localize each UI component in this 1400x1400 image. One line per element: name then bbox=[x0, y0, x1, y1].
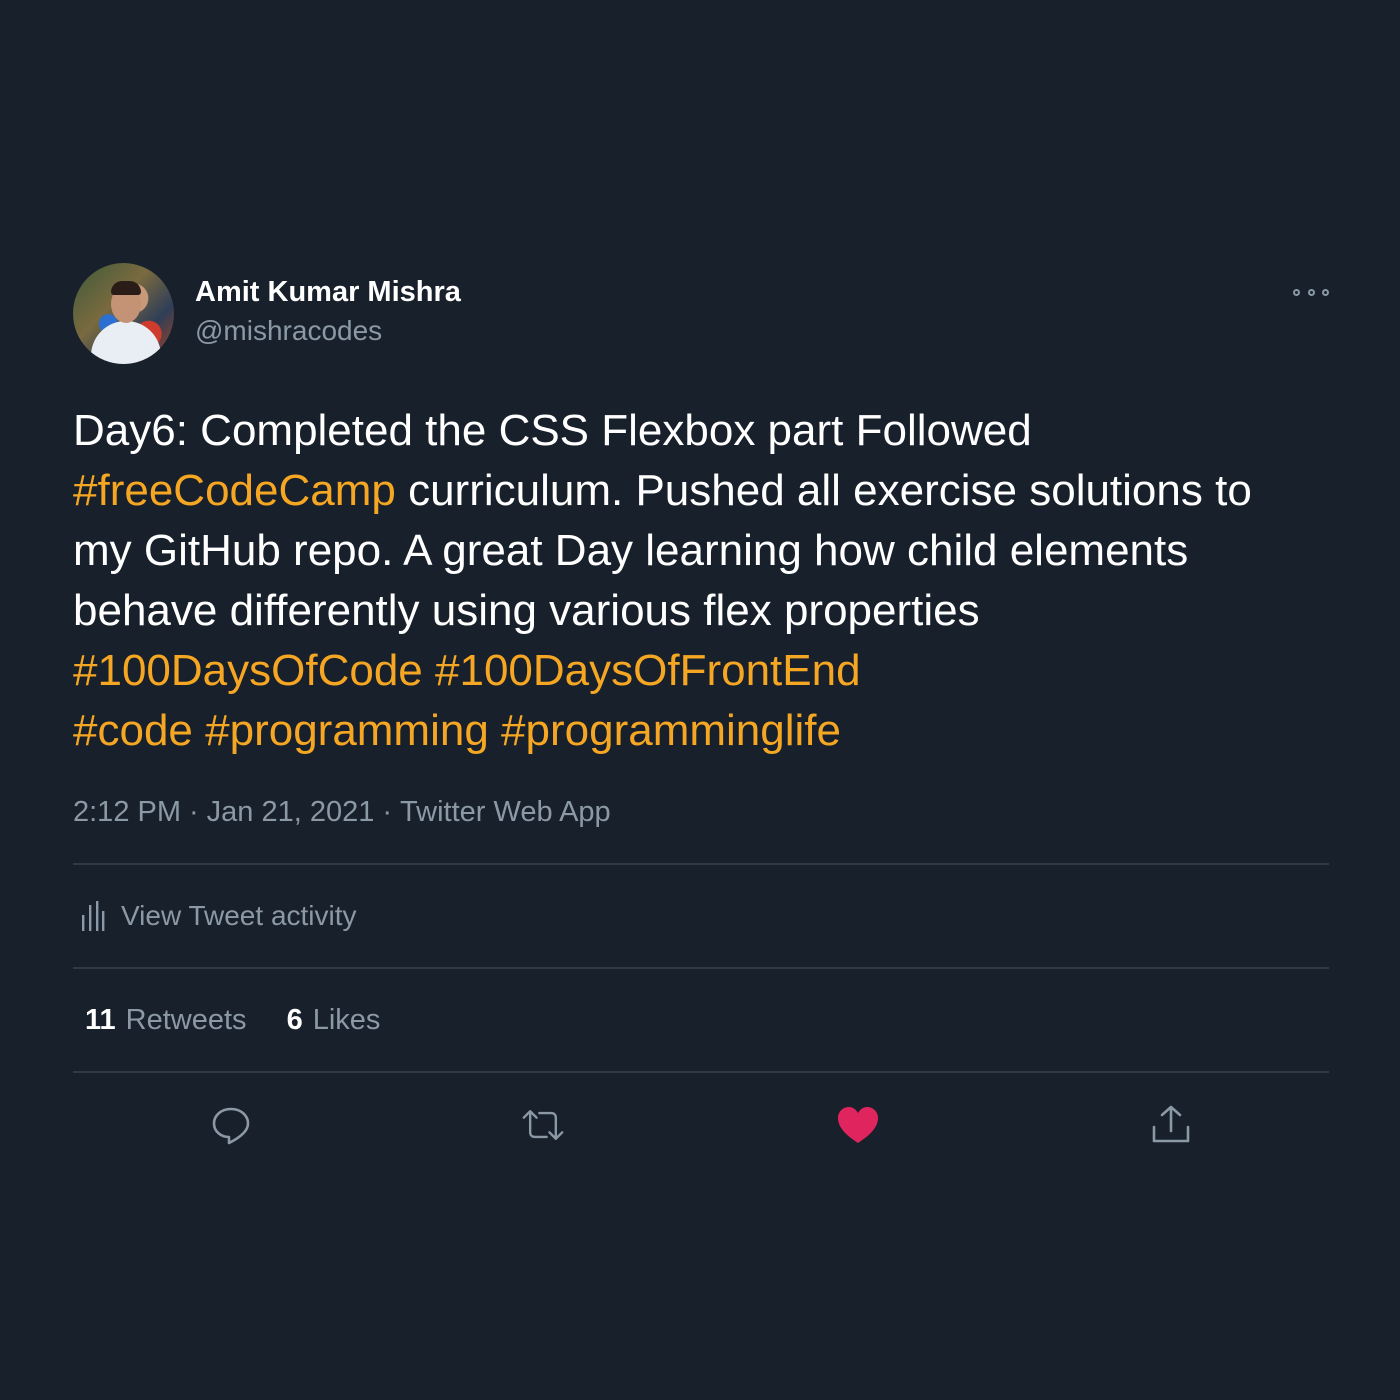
hashtag-link[interactable]: #100DaysOfFrontEnd bbox=[435, 646, 861, 695]
bar-chart-icon bbox=[82, 901, 105, 931]
tweet-time[interactable]: 2:12 PM bbox=[73, 796, 181, 828]
tweet-date[interactable]: Jan 21, 2021 bbox=[207, 796, 375, 828]
avatar-body bbox=[91, 321, 161, 364]
tweet-text-segment bbox=[489, 706, 501, 755]
tweet-meta: 2:12 PM · Jan 21, 2021 · Twitter Web App bbox=[73, 795, 1329, 829]
retweet-button[interactable] bbox=[521, 1103, 565, 1147]
more-dot bbox=[1293, 288, 1300, 296]
tweet-text-segment bbox=[193, 706, 205, 755]
avatar[interactable] bbox=[73, 263, 174, 364]
avatar-hair bbox=[111, 281, 141, 295]
hashtag-link[interactable]: #code bbox=[73, 706, 193, 755]
reply-button[interactable] bbox=[209, 1103, 253, 1147]
tweet-source[interactable]: Twitter Web App bbox=[400, 796, 611, 828]
more-dot bbox=[1322, 288, 1329, 296]
tweet-stats: 11 Retweets 6 Likes bbox=[73, 969, 1329, 1071]
share-icon bbox=[1152, 1105, 1190, 1143]
likes-stat[interactable]: 6 Likes bbox=[287, 1004, 381, 1037]
retweets-count: 11 bbox=[85, 1003, 116, 1036]
likes-count: 6 bbox=[286, 1003, 303, 1036]
hashtag-link[interactable]: #100DaysOfCode bbox=[73, 646, 423, 695]
view-activity-button[interactable]: View Tweet activity bbox=[73, 865, 1329, 967]
meta-separator: · bbox=[382, 796, 393, 828]
more-options-icon[interactable] bbox=[1293, 283, 1329, 301]
hashtag-link[interactable]: #freeCodeCamp bbox=[73, 466, 396, 515]
action-bar bbox=[73, 1073, 1329, 1173]
reply-icon bbox=[212, 1107, 250, 1145]
tweet-text-segment: Day6: Completed the CSS Flexbox part Fol… bbox=[73, 406, 1032, 455]
view-activity-label: View Tweet activity bbox=[121, 900, 357, 931]
likes-label: Likes bbox=[312, 1003, 381, 1036]
share-button[interactable] bbox=[1149, 1103, 1193, 1147]
meta-separator: · bbox=[189, 796, 199, 828]
author-name[interactable]: Amit Kumar Mishra bbox=[195, 275, 461, 309]
hashtag-link[interactable]: #programminglife bbox=[501, 706, 841, 755]
tweet-text: Day6: Completed the CSS Flexbox part Fol… bbox=[73, 401, 1313, 761]
heart-icon bbox=[838, 1107, 878, 1143]
tweet-card: Amit Kumar Mishra @mishracodes Day6: Com… bbox=[73, 263, 1329, 1173]
hashtag-link[interactable]: #programming bbox=[205, 706, 489, 755]
more-dot bbox=[1307, 288, 1315, 296]
retweet-icon bbox=[522, 1110, 564, 1140]
tweet-header: Amit Kumar Mishra @mishracodes bbox=[73, 263, 1329, 365]
retweets-stat[interactable]: 11 Retweets bbox=[85, 1004, 247, 1037]
tweet-text-segment bbox=[423, 646, 435, 695]
like-button[interactable] bbox=[836, 1103, 880, 1147]
retweets-label: Retweets bbox=[125, 1003, 247, 1036]
author-handle[interactable]: @mishracodes bbox=[195, 314, 382, 348]
